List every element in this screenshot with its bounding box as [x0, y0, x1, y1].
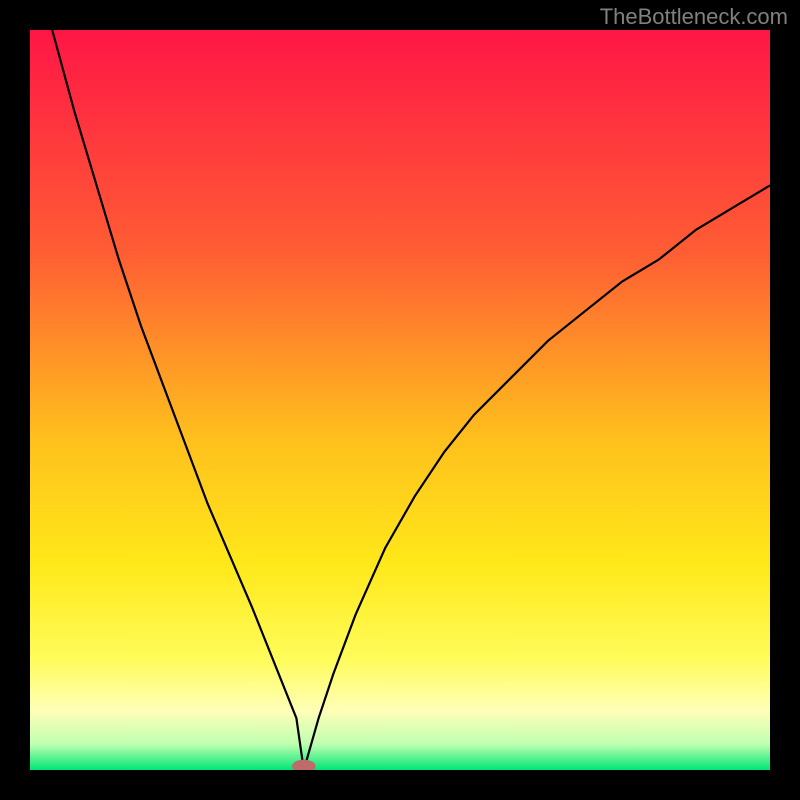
bottleneck-chart	[30, 30, 770, 770]
chart-frame: TheBottleneck.com	[0, 0, 800, 800]
watermark-label: TheBottleneck.com	[600, 4, 788, 30]
gradient-background	[30, 30, 770, 770]
